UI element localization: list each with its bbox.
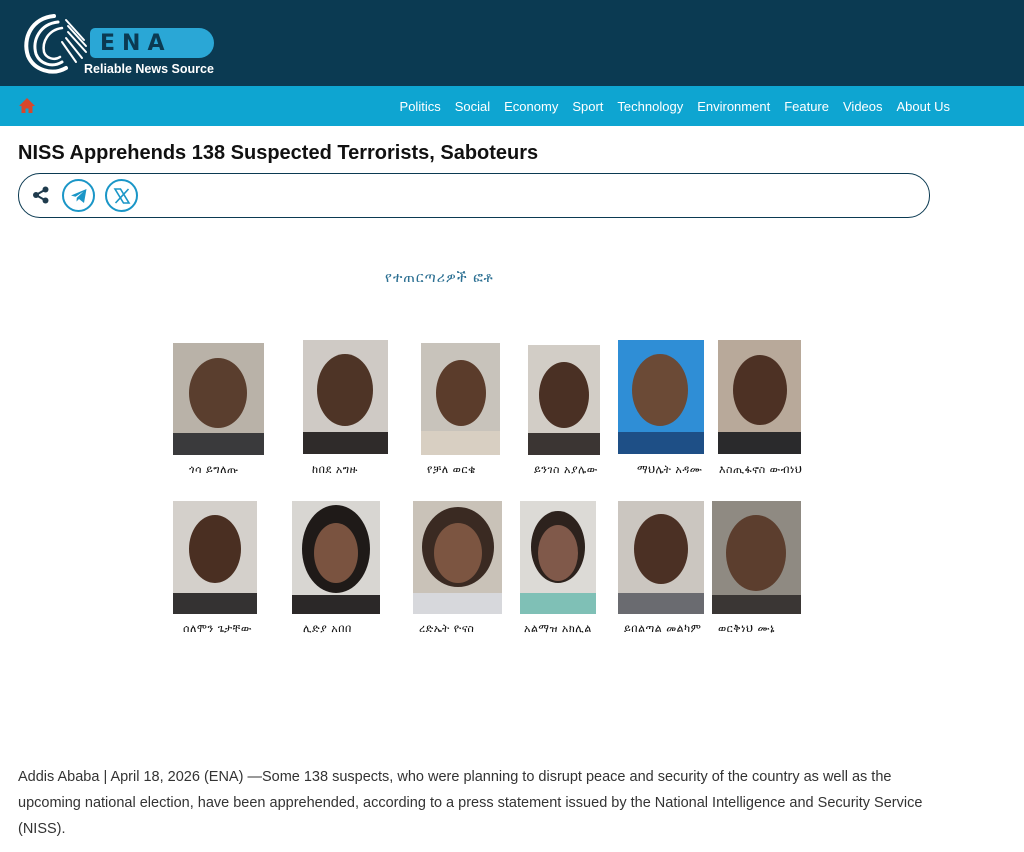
nav-item-about-us[interactable]: About Us (890, 99, 957, 114)
suspect-photo (173, 343, 264, 455)
suspect-photo (421, 343, 500, 455)
suspect-name: እስጢፋኖስ ውብነህ (719, 463, 803, 476)
suspect-photo (618, 340, 704, 454)
nav-item-economy[interactable]: Economy (497, 99, 565, 114)
nav-item-technology[interactable]: Technology (610, 99, 690, 114)
suspect-photo (292, 501, 380, 614)
share-icon[interactable] (31, 185, 51, 205)
suspect-photo (520, 501, 596, 614)
suspect-photo (712, 501, 801, 614)
nav-item-social[interactable]: Social (448, 99, 497, 114)
logo-tagline: Reliable News Source (84, 62, 214, 76)
suspect-name: የቻለ ወርቄ (427, 463, 476, 476)
nav-item-videos[interactable]: Videos (836, 99, 890, 114)
logo-swirl-icon (24, 14, 87, 74)
suspect-photo (718, 340, 801, 454)
telegram-share-button[interactable] (62, 179, 95, 212)
suspect-name: ረድኤት ዮናስ (419, 622, 475, 635)
suspect-name: ወርቅነህ ሙኔ (718, 622, 775, 635)
telegram-icon (71, 189, 87, 203)
nav-item-sport[interactable]: Sport (565, 99, 610, 114)
x-share-button[interactable] (105, 179, 138, 212)
home-icon[interactable] (18, 97, 36, 115)
suspect-name: ሰለሞን ጌታቸው (183, 622, 252, 635)
suspect-name: ይበልጣል መልካም (624, 622, 702, 635)
article-body: Addis Ababa | April 18, 2026 (ENA) —Some… (18, 769, 923, 837)
suspect-name: ሊድያ አበበ (303, 622, 352, 635)
logo-text: ENA (100, 31, 172, 56)
suspect-photo (528, 345, 600, 455)
suspect-photo (173, 501, 257, 614)
nav-item-feature[interactable]: Feature (777, 99, 836, 114)
suspect-photo (303, 340, 388, 454)
main-nav: Politics Social Economy Sport Technology… (0, 86, 1024, 126)
article-title: NISS Apprehends 138 Suspected Terrorists… (18, 142, 539, 164)
suspect-name: ማህሌት አዳሙ (637, 463, 703, 476)
x-icon (113, 188, 131, 204)
suspect-photo (618, 501, 704, 614)
suspect-name: ይንገስ አያሌው (534, 463, 598, 476)
suspect-name: አልማዝ አክሊል (524, 622, 592, 635)
nav-item-environment[interactable]: Environment (690, 99, 777, 114)
nav-item-politics[interactable]: Politics (393, 99, 448, 114)
suspect-name: ከበደ አግዙ (312, 463, 358, 476)
ena-logo[interactable]: ENA Reliable News Source (18, 12, 218, 78)
suspect-photo (413, 501, 502, 614)
nav-menu: Politics Social Economy Sport Technology… (393, 86, 957, 126)
share-bar (18, 173, 930, 218)
suspect-name: ጎሳ ይግለጡ (189, 463, 239, 476)
site-header: ENA Reliable News Source (0, 0, 1024, 86)
figure-caption: የተጠርጣሪዎች ፎቶ (385, 270, 494, 286)
